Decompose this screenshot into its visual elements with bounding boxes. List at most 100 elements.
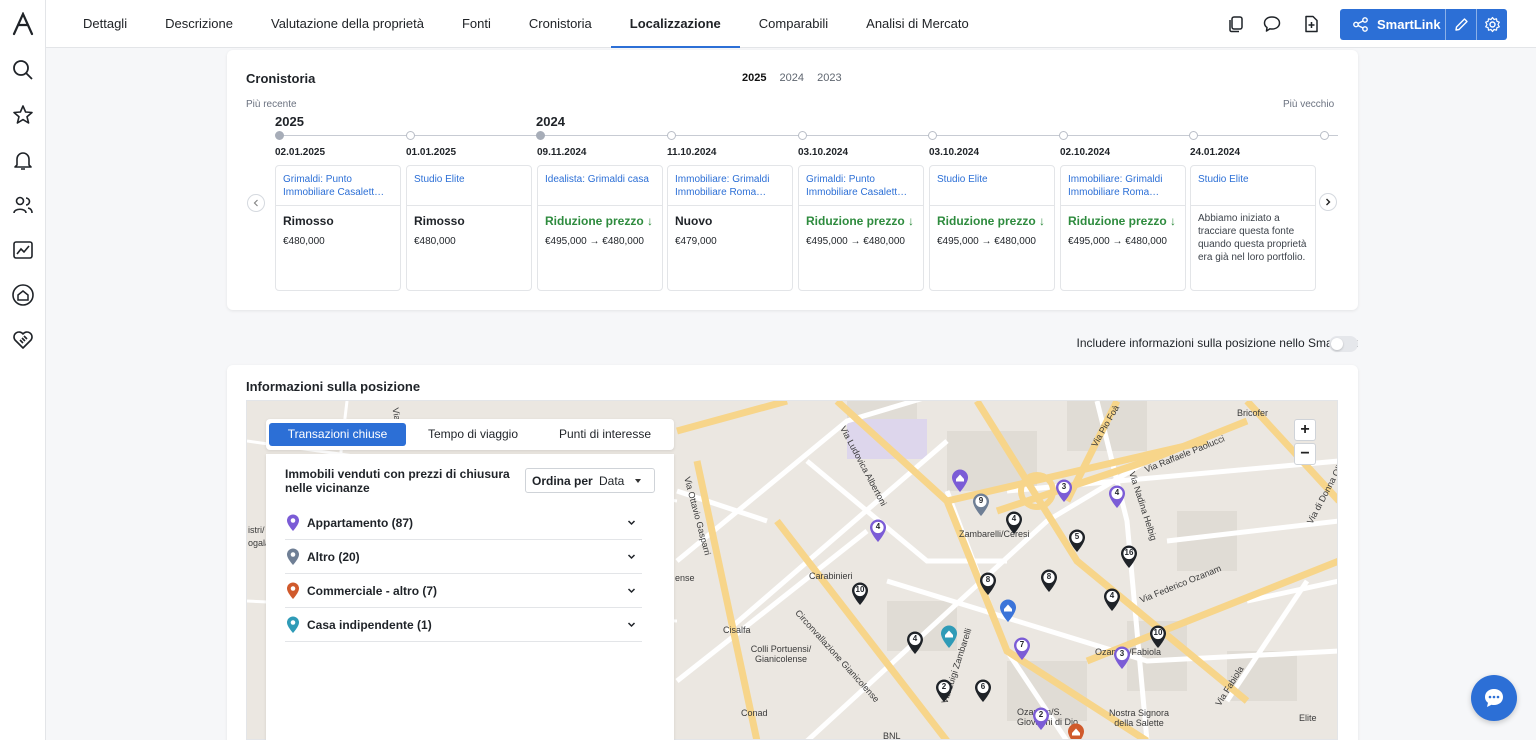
comment-icon[interactable]	[1262, 14, 1282, 34]
event-source-link[interactable]: Grimaldi: Punto Immobiliare Casalett…	[806, 173, 917, 199]
map-pin[interactable]: 8	[1040, 569, 1058, 593]
map-pin[interactable]: 4	[906, 631, 924, 655]
map-pin[interactable]	[999, 599, 1017, 623]
smartlink-button[interactable]: SmartLink	[1340, 9, 1445, 40]
tab-localizzazione[interactable]: Localizzazione	[610, 0, 740, 48]
event-note: Abbiamo iniziato a tracciare questa font…	[1198, 213, 1307, 263]
left-rail	[0, 0, 46, 740]
pin-count: 4	[1109, 591, 1115, 600]
timeline-axis	[276, 135, 1338, 136]
event-source-link[interactable]: Studio Elite	[1198, 173, 1309, 186]
tab-fonti[interactable]: Fonti	[443, 0, 510, 48]
tab-cronistoria[interactable]: Cronistoria	[510, 0, 611, 48]
map-pin[interactable]	[1067, 723, 1085, 739]
tab-analisi-mercato[interactable]: Analisi di Mercato	[847, 0, 988, 48]
chart-icon[interactable]	[11, 238, 35, 262]
map-pin[interactable]: 5	[1068, 529, 1086, 553]
map-pin[interactable]: 6	[974, 679, 992, 703]
event-source-link[interactable]: Studio Elite	[937, 173, 1048, 186]
tab-descrizione[interactable]: Descrizione	[146, 0, 252, 48]
zoom-in-button[interactable]: +	[1294, 419, 1316, 441]
smartlink-group: SmartLink	[1340, 9, 1507, 40]
transit-label: Colli Portuensi/ Gianicolense	[750, 644, 812, 664]
map-pin[interactable]: 2	[1032, 707, 1050, 731]
map-pin[interactable]: 9	[972, 493, 990, 517]
map-pin[interactable]: 10	[1149, 625, 1167, 649]
category-row[interactable]: Altro (20)	[285, 540, 642, 574]
map-pin[interactable]: 3	[1113, 646, 1131, 670]
category-row[interactable]: Appartamento (87)	[285, 506, 642, 540]
year-2024[interactable]: 2024	[780, 72, 804, 84]
pin-count: 2	[941, 682, 947, 691]
tab-comparabili[interactable]: Comparabili	[740, 0, 847, 48]
timeline-dot	[536, 131, 545, 140]
event-source-link[interactable]: Immobiliare: Grimaldi Immobiliare Roma…	[675, 173, 786, 199]
zoom-out-button[interactable]: −	[1294, 443, 1316, 465]
location-title: Informazioni sulla posizione	[246, 379, 421, 394]
star-icon[interactable]	[11, 103, 35, 127]
chevron-right-icon	[1326, 198, 1331, 206]
chevron-down-icon	[627, 622, 636, 628]
category-name: Altro (20)	[307, 550, 360, 564]
tab-valutazione[interactable]: Valutazione della proprietà	[252, 0, 443, 48]
map-pin[interactable]	[951, 469, 969, 493]
event-source-link[interactable]: Grimaldi: Punto Immobiliare Casalett…	[283, 173, 394, 199]
event-status: Nuovo	[675, 214, 713, 228]
pin-count: 10	[855, 585, 865, 594]
map-pin[interactable]: 7	[1013, 637, 1031, 661]
tab-dettagli[interactable]: Dettagli	[64, 0, 146, 48]
users-icon[interactable]	[11, 193, 35, 217]
category-row[interactable]: Casa indipendente (1)	[285, 608, 642, 642]
event-source-link[interactable]: Idealista: Grimaldi casa	[545, 173, 656, 186]
map-pin[interactable]: 4	[1005, 511, 1023, 535]
bell-icon[interactable]	[11, 148, 35, 172]
map-pin[interactable]: 4	[1103, 588, 1121, 612]
search-icon[interactable]	[11, 58, 35, 82]
tab-transazioni-chiuse[interactable]: Transazioni chiuse	[269, 423, 406, 446]
pin-count: 7	[1019, 640, 1025, 649]
handshake-icon[interactable]	[11, 328, 35, 352]
smartlink-location-toggle[interactable]	[1329, 336, 1358, 352]
map-pin[interactable]: 4	[869, 519, 887, 543]
event-price: €480,000	[414, 236, 456, 247]
event-source-link[interactable]: Studio Elite	[414, 173, 525, 186]
map-pin[interactable]: 16	[1120, 545, 1138, 569]
map-pin[interactable]: 10	[851, 582, 869, 606]
home-search-icon[interactable]	[11, 283, 35, 307]
copy-icon[interactable]	[1226, 14, 1246, 34]
chat-button[interactable]	[1471, 675, 1517, 721]
sort-select[interactable]: Ordina per Data	[525, 468, 655, 493]
timeline-dot	[406, 131, 415, 140]
event-price: €479,000	[675, 236, 717, 247]
year-2023[interactable]: 2023	[817, 72, 841, 84]
event-status: Rimosso	[283, 214, 334, 228]
property-tabs: Dettagli Descrizione Valutazione della p…	[64, 0, 988, 48]
category-name: Commerciale - altro (7)	[307, 584, 438, 598]
poi-label: Nostra Signora della Salette	[1108, 708, 1170, 728]
add-file-icon[interactable]	[1301, 14, 1321, 34]
map-pin[interactable]: 3	[1055, 479, 1073, 503]
tab-tempo-di-viaggio[interactable]: Tempo di viaggio	[412, 423, 534, 446]
app-logo-icon[interactable]	[12, 12, 34, 36]
smartlink-settings-button[interactable]	[1477, 9, 1507, 40]
event-date: 01.01.2025	[406, 147, 457, 158]
map-pin[interactable]: 2	[935, 679, 953, 703]
timeline-next-button[interactable]	[1319, 193, 1337, 211]
timeline-prev-button[interactable]	[247, 194, 265, 212]
divider	[276, 205, 400, 206]
category-row[interactable]: Commerciale - altro (7)	[285, 574, 642, 608]
event-date: 09.11.2024	[537, 147, 587, 158]
tab-punti-di-interesse[interactable]: Punti di interesse	[541, 423, 669, 446]
event-source-link[interactable]: Immobiliare: Grimaldi Immobiliare Roma…	[1068, 173, 1179, 199]
edit-smartlink-button[interactable]	[1446, 9, 1476, 40]
map-pin[interactable]: 8	[979, 572, 997, 596]
year-2025[interactable]: 2025	[742, 72, 766, 84]
timeline-event-card: Grimaldi: Punto Immobiliare Casalett… Rid…	[798, 165, 924, 291]
map-pin[interactable]: 4	[1108, 485, 1126, 509]
timeline-title: Cronistoria	[246, 71, 316, 86]
event-date: 24.01.2024	[1190, 147, 1241, 158]
poi-label: Carabinieri	[809, 571, 853, 581]
pin-count: 3	[1061, 482, 1067, 491]
event-status: Rimosso	[414, 214, 465, 228]
map-pin[interactable]	[940, 625, 958, 649]
